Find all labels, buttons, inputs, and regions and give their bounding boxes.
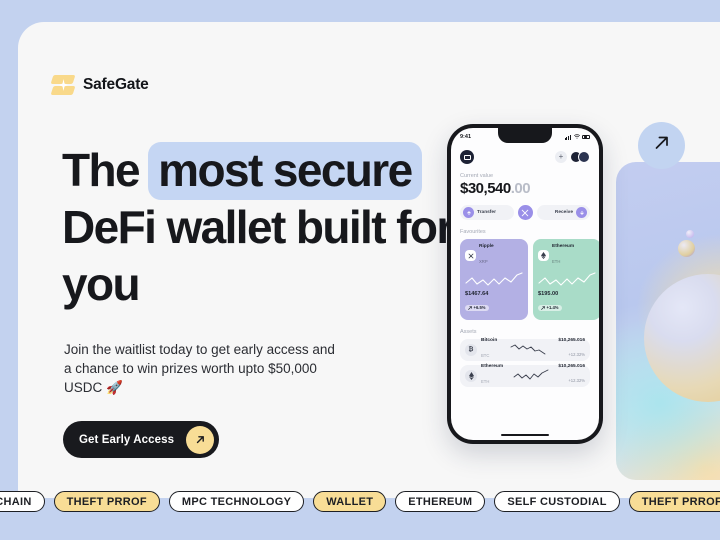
tag-strip: MULTICHAIN THEFT PRROF MPC TECHNOLOGY WA… [0, 490, 720, 513]
hero-subtext: Join the waitlist today to get early acc… [64, 342, 335, 395]
app-topbar: + [460, 148, 590, 166]
eth-icon [465, 369, 477, 382]
receive-button[interactable]: Receive [536, 205, 590, 220]
sparkline-chart [465, 272, 523, 286]
sparkle-stack-icon [50, 74, 76, 96]
home-indicator [501, 433, 549, 436]
asset-name: Ethereum [481, 363, 504, 369]
favourites-list: Ripple XRP $1467.64 +6.5% Ethereum ETH $… [460, 239, 599, 320]
asset-symbol: ETH [481, 379, 490, 385]
favourite-value: $195.00 [538, 290, 559, 297]
asset-symbol: BTC [481, 353, 490, 359]
arrow-up-right-icon [651, 132, 673, 159]
favourite-change-value: +1.4% [546, 305, 559, 311]
tag-chip[interactable]: WALLET [313, 491, 387, 512]
headline-part-2: DeFi wallet built for you [62, 201, 454, 310]
balance-label: Current value [460, 173, 494, 179]
gradient-orb-medium [678, 240, 695, 257]
wallet-app: + Current value $30,540.00 Transfer Rece… [451, 148, 599, 440]
sparkline-chart [510, 345, 546, 355]
transfer-label: Transfer [477, 210, 496, 215]
avatar-group-icon[interactable] [570, 151, 590, 163]
cta-label: Get Early Access [79, 433, 175, 446]
favourite-symbol: ETH [552, 258, 561, 264]
asset-row[interactable]: ₿ Bitcoin BTC $10,265.016 +12.32% [460, 337, 590, 361]
assets-label: Assets [460, 328, 477, 335]
balance-value: $30,540.00 [460, 180, 590, 197]
eth-icon [538, 250, 549, 262]
arrow-down-icon [576, 207, 587, 218]
tag-chip[interactable]: THEFT PRROF [628, 491, 720, 512]
asset-row[interactable]: Ethereum ETH $10,265.016 +12.32% [460, 363, 590, 387]
asset-change: +12.32% [568, 352, 585, 358]
action-row: Transfer Receive [460, 205, 590, 220]
favourite-card[interactable]: Ethereum ETH $195.00 +1.4% [533, 239, 599, 320]
assets-list: ₿ Bitcoin BTC $10,265.016 +12.32% Ethere… [460, 337, 590, 387]
xrp-icon [465, 250, 476, 262]
favourite-name: Ripple [479, 244, 494, 249]
favourite-value: $1467.64 [465, 290, 489, 297]
trend-up-icon [468, 306, 472, 310]
swap-icon[interactable] [517, 205, 533, 220]
asset-change: +12.32% [568, 378, 585, 384]
balance-whole: $30,540 [460, 180, 511, 197]
favourite-change: +6.5% [465, 304, 489, 311]
sparkline-chart [513, 370, 549, 380]
asset-name: Bitcoin [481, 337, 498, 343]
brand-logo[interactable]: SafeGate [50, 74, 149, 96]
tag-chip[interactable]: SELF CUSTODIAL [494, 491, 620, 512]
gradient-orb-large [644, 274, 720, 402]
tag-chip[interactable]: ETHEREUM [395, 491, 486, 512]
phone-screen: 9:41 + Current value $30,540.00 Transfer… [451, 128, 599, 440]
arrow-up-icon [463, 207, 474, 218]
gradient-orb-small [686, 230, 694, 238]
favourites-label: Favourites [460, 229, 486, 235]
headline-highlight: most secure [148, 142, 422, 200]
sparkline-chart [538, 272, 596, 286]
status-time: 9:41 [460, 134, 472, 140]
favourite-change: +1.4% [538, 304, 562, 311]
brand-name: SafeGate [83, 76, 149, 93]
balance-decimals: .00 [510, 180, 531, 197]
phone-mockup: 9:41 + Current value $30,540.00 Transfer… [447, 124, 603, 444]
battery-icon [582, 134, 590, 140]
btc-icon: ₿ [465, 343, 477, 356]
tag-chip[interactable]: MPC TECHNOLOGY [168, 491, 305, 512]
page-title: The most secure DeFi wallet built for yo… [62, 142, 462, 313]
favourite-name: Ethereum [552, 244, 575, 249]
signal-bars-icon [564, 134, 571, 140]
card-menu-icon[interactable] [460, 150, 474, 164]
page-root: SafeGate The most secure DeFi wallet bui… [0, 0, 720, 540]
arrow-badge-button[interactable] [638, 122, 685, 169]
asset-value: $10,265.016 [558, 364, 585, 370]
gradient-art-panel [616, 162, 720, 480]
wifi-icon [573, 133, 580, 141]
get-early-access-button[interactable]: Get Early Access [63, 421, 220, 458]
plus-icon[interactable]: + [555, 151, 567, 163]
hero-card: SafeGate The most secure DeFi wallet bui… [18, 22, 720, 498]
tag-chip[interactable]: THEFT PRROF [53, 491, 160, 512]
favourite-symbol: XRP [479, 258, 488, 264]
transfer-button[interactable]: Transfer [460, 205, 514, 220]
receive-label: Receive [554, 210, 573, 215]
tag-chip[interactable]: MULTICHAIN [0, 491, 45, 512]
favourite-card[interactable]: Ripple XRP $1467.64 +6.5% [460, 239, 528, 320]
asset-value: $10,265.016 [558, 338, 585, 344]
status-bar: 9:41 [451, 131, 599, 143]
favourite-change-value: +6.5% [473, 305, 486, 311]
arrow-up-right-icon [186, 425, 215, 454]
trend-up-icon [541, 306, 545, 310]
headline-part-1: The [62, 144, 151, 196]
